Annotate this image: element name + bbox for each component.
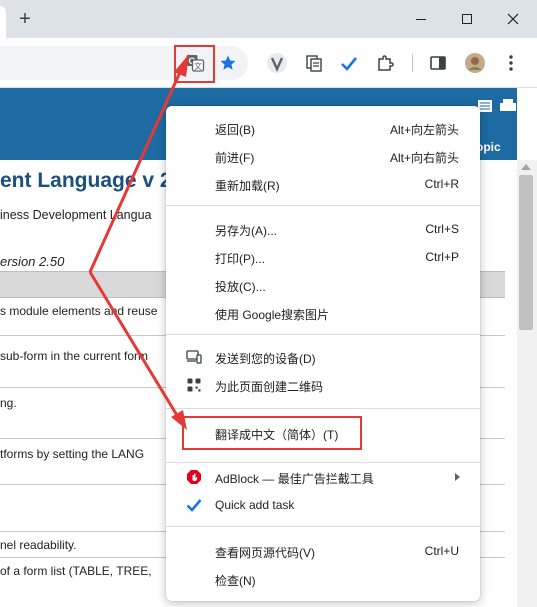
browser-toolbar: G 文 bbox=[0, 38, 537, 88]
menu-separator bbox=[166, 408, 480, 409]
submenu-arrow-icon bbox=[455, 473, 460, 481]
menu-item-label: 查看网页源代码(V) bbox=[215, 546, 315, 560]
menu-item-label: 为此页面创建二维码 bbox=[215, 380, 324, 394]
qr-code-icon bbox=[186, 377, 202, 393]
menu-item-inspect[interactable]: 检查(N) bbox=[166, 565, 480, 593]
side-panel-icon[interactable] bbox=[426, 51, 450, 75]
menu-item-shortcut: Alt+向左箭头 bbox=[389, 123, 459, 137]
menu-item-back[interactable]: 返回(B) Alt+向左箭头 bbox=[166, 114, 480, 142]
menu-item-label: 发送到您的设备(D) bbox=[215, 352, 316, 366]
menu-item-qr-code[interactable]: 为此页面创建二维码 bbox=[166, 371, 480, 399]
close-icon bbox=[507, 13, 519, 25]
maximize-button[interactable] bbox=[444, 0, 490, 38]
checkmark-icon bbox=[186, 497, 202, 513]
menu-item-shortcut: Ctrl+U bbox=[424, 544, 459, 558]
browser-tab[interactable] bbox=[0, 6, 6, 38]
menu-item-adblock[interactable]: AdBlock — 最佳广告拦截工具 bbox=[166, 463, 480, 491]
scrollbar-thumb[interactable] bbox=[519, 175, 533, 330]
translate-icon-annotation-box bbox=[174, 45, 215, 83]
menu-item-label: 另存为(A)... bbox=[215, 224, 277, 238]
menu-item-label: 返回(B) bbox=[215, 123, 255, 137]
banner-tools bbox=[478, 99, 518, 113]
menu-separator bbox=[166, 334, 480, 335]
menu-item-label: 使用 Google搜索图片 bbox=[215, 308, 330, 322]
table-row: tforms by setting the LANG bbox=[0, 447, 145, 461]
table-row: ng. bbox=[0, 396, 17, 410]
page-version: ersion 2.50 bbox=[0, 254, 65, 269]
new-tab-button[interactable]: + bbox=[14, 9, 36, 31]
toolbar-separator bbox=[412, 54, 413, 72]
menu-separator bbox=[166, 205, 480, 206]
menu-item-print[interactable]: 打印(P)... Ctrl+P bbox=[166, 243, 480, 271]
table-row: nel readability. bbox=[0, 538, 77, 552]
menu-separator bbox=[166, 526, 480, 527]
table-row: s module elements and reuse bbox=[0, 304, 158, 318]
table-row: of a form list (TABLE, TREE, bbox=[0, 564, 152, 578]
adblock-icon bbox=[186, 469, 202, 485]
title-bar: + bbox=[0, 0, 537, 38]
star-icon[interactable] bbox=[216, 51, 240, 75]
menu-item-label: AdBlock — 最佳广告拦截工具 bbox=[215, 472, 374, 486]
table-row: sub-form in the current form bbox=[0, 349, 149, 363]
menu-item-forward[interactable]: 前进(F) Alt+向右箭头 bbox=[166, 142, 480, 170]
minimize-icon bbox=[416, 18, 426, 20]
menu-item-send-to-device[interactable]: 发送到您的设备(D) bbox=[166, 343, 480, 371]
menu-item-label: 投放(C)... bbox=[215, 280, 266, 294]
menu-item-reload[interactable]: 重新加载(R) Ctrl+R bbox=[166, 170, 480, 198]
copy-extension-icon[interactable] bbox=[302, 51, 326, 75]
menu-item-label: Quick add task bbox=[215, 498, 295, 512]
menu-item-quick-add-task[interactable]: Quick add task bbox=[166, 491, 480, 519]
translate-item-annotation-box bbox=[182, 416, 362, 450]
profile-avatar[interactable] bbox=[463, 51, 487, 75]
menu-item-shortcut: Ctrl+P bbox=[425, 250, 459, 264]
context-menu: 返回(B) Alt+向左箭头 前进(F) Alt+向右箭头 重新加载(R) Ct… bbox=[166, 106, 480, 601]
maximize-icon bbox=[462, 14, 472, 24]
menu-item-shortcut: Ctrl+S bbox=[425, 222, 459, 236]
menu-kebab-icon[interactable] bbox=[499, 51, 523, 75]
device-icon bbox=[186, 349, 202, 365]
page-title: ent Language v 2 bbox=[0, 169, 172, 192]
checkmark-extension-icon[interactable] bbox=[337, 51, 361, 75]
menu-item-label: 前进(F) bbox=[215, 151, 255, 165]
menu-item-label: 检查(N) bbox=[215, 574, 256, 588]
menu-item-google-image-search[interactable]: 使用 Google搜索图片 bbox=[166, 299, 480, 327]
minimize-button[interactable] bbox=[398, 0, 444, 38]
menu-item-label: 重新加载(R) bbox=[215, 179, 280, 193]
menu-item-view-source[interactable]: 查看网页源代码(V) Ctrl+U bbox=[166, 537, 480, 565]
menu-item-save-as[interactable]: 另存为(A)... Ctrl+S bbox=[166, 215, 480, 243]
extensions-puzzle-icon[interactable] bbox=[373, 51, 397, 75]
page-subtitle: iness Development Langua bbox=[0, 208, 152, 222]
close-window-button[interactable] bbox=[490, 0, 536, 38]
menu-item-cast[interactable]: 投放(C)... bbox=[166, 271, 480, 299]
menu-item-label: 打印(P)... bbox=[215, 252, 265, 266]
menu-item-shortcut: Alt+向右箭头 bbox=[389, 151, 459, 165]
menu-item-shortcut: Ctrl+R bbox=[424, 177, 459, 191]
extension-v-icon[interactable] bbox=[265, 51, 289, 75]
scroll-up-arrow-icon[interactable] bbox=[521, 164, 531, 170]
